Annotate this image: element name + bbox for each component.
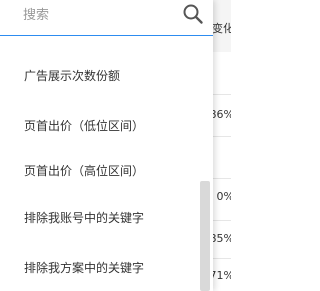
search-icon[interactable] — [182, 3, 204, 25]
option-item[interactable]: 广告展示次数份额 — [0, 58, 200, 94]
search-bar — [0, 0, 213, 36]
table-header-cell: 变化 — [212, 22, 231, 35]
column-picker-dropdown: 广告展示次数份额 页首出价（低位区间） 页首出价（高位区间） 排除我账号中的关键… — [0, 0, 213, 291]
option-item[interactable]: 排除我账号中的关键字 — [0, 200, 200, 236]
option-item[interactable]: 排除我方案中的关键字 — [0, 250, 200, 286]
option-item[interactable]: 页首出价（低位区间） — [0, 108, 200, 144]
search-input[interactable] — [23, 4, 173, 26]
scrollbar-thumb[interactable] — [200, 181, 210, 291]
screen: 变化 86% 0% 85% 71% 广告展示次数份额 页首出价（低位区间） — [0, 0, 231, 291]
option-item[interactable]: 页首出价（高位区间） — [0, 153, 200, 189]
option-list: 广告展示次数份额 页首出价（低位区间） 页首出价（高位区间） 排除我账号中的关键… — [0, 36, 213, 291]
table-cell: 0% — [216, 190, 231, 203]
